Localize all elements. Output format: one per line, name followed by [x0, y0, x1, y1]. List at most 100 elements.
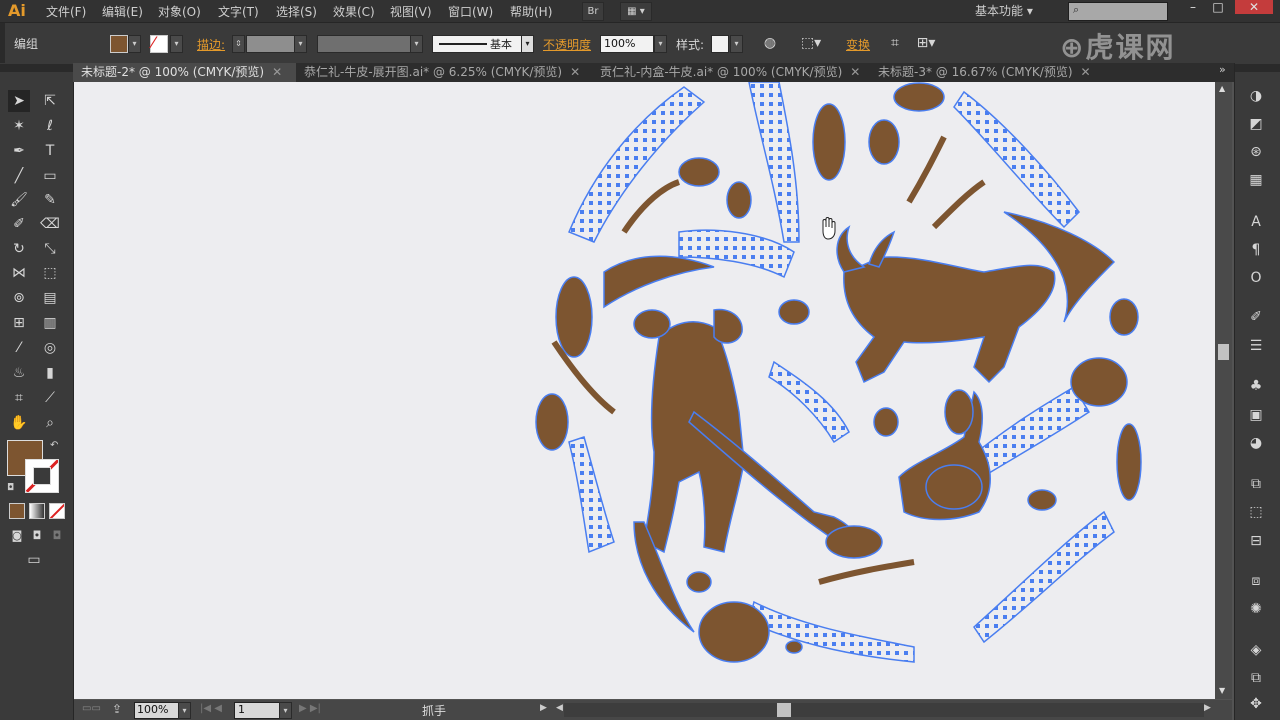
- menu-file[interactable]: 文件(F): [46, 3, 86, 20]
- selection-tool-icon[interactable]: ➤: [8, 90, 30, 112]
- tab-close-icon[interactable]: ✕: [850, 65, 860, 79]
- mesh-tool-icon[interactable]: ⊞: [8, 312, 30, 334]
- hand-tool-icon[interactable]: ✋: [8, 412, 30, 434]
- draw-behind-icon[interactable]: ◘: [26, 525, 48, 547]
- perspective-grid-tool-icon[interactable]: ▤: [39, 287, 61, 309]
- horizontal-scroll-thumb[interactable]: [777, 703, 791, 717]
- links-panel-icon[interactable]: ⧉: [1245, 667, 1267, 689]
- transform-label[interactable]: 变换: [846, 36, 870, 53]
- share-icon[interactable]: ⇪: [112, 702, 122, 716]
- last-artboard-icon[interactable]: ▶ ▶|: [299, 703, 321, 714]
- scroll-right-icon[interactable]: ▶: [1204, 703, 1211, 713]
- menu-help[interactable]: 帮助(H): [510, 3, 552, 20]
- stroke-color-box[interactable]: [25, 459, 59, 493]
- pen-tool-icon[interactable]: ✒: [8, 140, 30, 162]
- search-input[interactable]: ⌕: [1068, 2, 1168, 21]
- align-panel-icon[interactable]: ⬚: [1245, 501, 1267, 523]
- asset-export-icon[interactable]: ✥: [1245, 693, 1267, 715]
- first-artboard-icon[interactable]: |◀ ◀: [200, 703, 222, 714]
- gradient-mode-button[interactable]: [29, 503, 45, 519]
- menu-object[interactable]: 对象(O): [158, 3, 201, 20]
- close-button[interactable]: ✕: [1235, 0, 1273, 14]
- pathfinder-panel-icon[interactable]: ⊟: [1245, 530, 1267, 552]
- menu-select[interactable]: 选择(S): [276, 3, 317, 20]
- variable-width-dropdown[interactable]: ▾: [410, 35, 423, 53]
- stroke-panel-icon[interactable]: ☰: [1245, 335, 1267, 357]
- type-tool-icon[interactable]: T: [39, 140, 61, 162]
- zoom-dropdown[interactable]: ▾: [178, 702, 191, 719]
- artboard-tool-icon[interactable]: ⌗: [8, 387, 30, 409]
- zoom-level-field[interactable]: 100%: [134, 702, 180, 719]
- graphic-style-swatch[interactable]: [711, 35, 729, 53]
- pencil-tool-icon[interactable]: ✎: [39, 189, 61, 211]
- minimize-button[interactable]: –: [1182, 0, 1204, 14]
- symbol-sprayer-tool-icon[interactable]: ♨: [8, 362, 30, 384]
- color-mode-button[interactable]: [9, 503, 25, 519]
- draw-inside-icon[interactable]: ◘: [46, 525, 68, 547]
- draw-normal-icon[interactable]: ◙: [6, 525, 28, 547]
- menu-edit[interactable]: 编辑(E): [102, 3, 143, 20]
- bridge-button[interactable]: Br: [582, 2, 604, 21]
- opentype-panel-icon[interactable]: O: [1245, 267, 1267, 289]
- paragraph-panel-icon[interactable]: ¶: [1245, 239, 1267, 261]
- tab-document-4[interactable]: 未标题-3* @ 16.67% (CMYK/预览) ✕: [870, 63, 1118, 82]
- zoom-tool-icon[interactable]: ⌕: [39, 412, 61, 434]
- stroke-label[interactable]: 描边:: [197, 36, 225, 53]
- gradient-tool-icon[interactable]: ▥: [39, 312, 61, 334]
- shape-builder-tool-icon[interactable]: ⊚: [8, 287, 30, 309]
- vertical-scroll-thumb[interactable]: [1218, 344, 1229, 360]
- color-panel-icon[interactable]: ◑: [1245, 85, 1267, 107]
- artboard-number-field[interactable]: 1: [234, 702, 280, 719]
- none-mode-button[interactable]: [49, 503, 65, 519]
- vertical-scrollbar[interactable]: ▲ ▼: [1215, 82, 1232, 699]
- variable-width-profile[interactable]: [317, 35, 411, 53]
- isolate-group-icon[interactable]: ⌗: [884, 32, 906, 54]
- opacity-label[interactable]: 不透明度: [543, 36, 591, 53]
- transparency-panel-icon[interactable]: ◕: [1245, 432, 1267, 454]
- line-tool-icon[interactable]: ╱: [8, 165, 30, 187]
- fill-dropdown[interactable]: ▾: [128, 35, 141, 53]
- character-panel-icon[interactable]: A: [1245, 211, 1267, 233]
- maximize-button[interactable]: □: [1207, 0, 1229, 14]
- opacity-dropdown[interactable]: ▾: [654, 35, 667, 53]
- stroke-weight-dropdown[interactable]: ▾: [294, 35, 307, 53]
- tab-document-3[interactable]: 贡仁礼-内盒-牛皮.ai* @ 100% (CMYK/预览) ✕: [592, 63, 872, 82]
- gpu-icon[interactable]: ▭▭: [82, 703, 101, 714]
- rectangle-tool-icon[interactable]: ▭: [39, 165, 61, 187]
- width-tool-icon[interactable]: ⋈: [8, 262, 30, 284]
- layers-panel-icon[interactable]: ◈: [1245, 639, 1267, 661]
- gradient-panel-icon[interactable]: ▣: [1245, 404, 1267, 426]
- tab-overflow-icon[interactable]: »: [1219, 63, 1226, 76]
- blend-tool-icon[interactable]: ◎: [39, 337, 61, 359]
- swatches-panel-icon[interactable]: ▦: [1245, 169, 1267, 191]
- stroke-weight-stepper[interactable]: ⇕: [232, 35, 245, 53]
- eraser-tool-icon[interactable]: ⌫: [39, 213, 61, 235]
- brush-dropdown[interactable]: ▾: [521, 35, 534, 53]
- opacity-input[interactable]: 100%: [600, 35, 654, 53]
- arrange-documents-button[interactable]: ▦ ▾: [620, 2, 652, 21]
- slice-tool-icon[interactable]: ⟋: [39, 387, 61, 409]
- menu-window[interactable]: 窗口(W): [448, 3, 493, 20]
- tab-document-1[interactable]: 未标题-2* @ 100% (CMYK/预览) ✕: [73, 63, 296, 82]
- panel-options-icon[interactable]: ⊞▾: [915, 32, 937, 54]
- screen-mode-icon[interactable]: ▭: [23, 549, 45, 571]
- graphic-style-dropdown[interactable]: ▾: [730, 35, 743, 53]
- swap-colors-icon[interactable]: ↶: [50, 440, 58, 451]
- color-guide-icon[interactable]: ◩: [1245, 113, 1267, 135]
- horizontal-scroll-track[interactable]: [564, 703, 1204, 717]
- recolor-artwork-icon[interactable]: ◍: [759, 32, 781, 54]
- align-options-icon[interactable]: ⬚▾: [800, 32, 822, 54]
- paintbrush-tool-icon[interactable]: 🖌︎: [8, 189, 30, 211]
- rotate-tool-icon[interactable]: ↻: [8, 238, 30, 260]
- workspace-switcher[interactable]: 基本功能 ▾: [975, 2, 1033, 19]
- scroll-down-icon[interactable]: ▼: [1219, 686, 1225, 695]
- free-transform-tool-icon[interactable]: ⬚: [39, 262, 61, 284]
- stroke-dropdown[interactable]: ▾: [170, 35, 183, 53]
- status-menu-arrow-icon[interactable]: ▶: [540, 703, 547, 713]
- tab-document-2[interactable]: 恭仁礼-牛皮-展开图.ai* @ 6.25% (CMYK/预览) ✕: [296, 63, 594, 82]
- menu-effect[interactable]: 效果(C): [333, 3, 375, 20]
- blob-brush-tool-icon[interactable]: ✐: [8, 213, 30, 235]
- papercut-artwork-group[interactable]: [535, 82, 1142, 663]
- eyedropper-tool-icon[interactable]: ⁄: [8, 337, 30, 359]
- fill-color-swatch[interactable]: [110, 35, 128, 53]
